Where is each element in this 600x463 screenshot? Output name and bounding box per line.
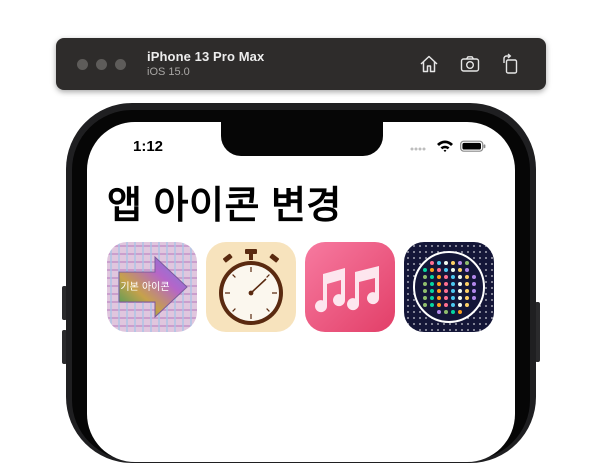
signal-dots-icon: [410, 147, 426, 151]
status-time: 1:12: [133, 138, 164, 155]
minimize-window-button[interactable]: [96, 59, 107, 70]
rotate-icon[interactable]: [500, 53, 522, 75]
simulator-title-bar: iPhone 13 Pro Max iOS 15.0: [56, 38, 546, 90]
music-notes-icon[interactable]: [305, 242, 395, 332]
phone-screen: 1:12 앱 아이콘 변경 기본 아이콘: [87, 122, 515, 462]
default-icon-label: 기본 아이콘: [120, 281, 169, 293]
screenshot-icon[interactable]: [459, 53, 481, 75]
page-title: 앱 아이콘 변경: [107, 185, 342, 227]
dots-icon[interactable]: [404, 242, 494, 332]
close-window-button[interactable]: [77, 59, 88, 70]
os-version: iOS 15.0: [147, 66, 190, 78]
home-icon[interactable]: [418, 53, 440, 75]
default-icon[interactable]: 기본 아이콘: [107, 242, 197, 332]
wifi-icon: [437, 140, 453, 152]
device-name: iPhone 13 Pro Max: [147, 49, 265, 64]
stopwatch-icon[interactable]: [206, 242, 296, 332]
notch: [221, 122, 383, 156]
battery-icon: [460, 140, 486, 152]
zoom-window-button[interactable]: [115, 59, 126, 70]
